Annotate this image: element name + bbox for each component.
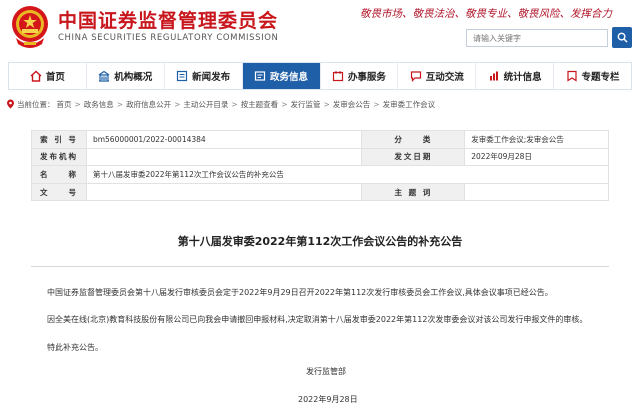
title-divider <box>31 266 609 267</box>
article-paragraph: 因全美在线(北京)教育科技股份有限公司已向我会申请撤回申报材料,决定取消第十八届… <box>47 315 588 324</box>
breadcrumb-item[interactable]: 政务信息 <box>84 99 114 110</box>
nav-topics[interactable]: 专题专栏 <box>554 63 631 89</box>
search-button[interactable] <box>612 27 632 48</box>
nav-label: 统计信息 <box>503 72 542 83</box>
name-label: 名 称 <box>31 165 87 184</box>
date-value: 2022年09月28日 <box>464 147 609 167</box>
table-row: 名 称 第十八届发审委2022年第112次工作会议公告的补充公告 <box>31 165 610 184</box>
breadcrumb-item[interactable]: 发审委工作会议 <box>383 99 436 110</box>
home-icon <box>30 70 42 82</box>
org-name-cn[interactable]: 中国证券监督管理委员会 <box>58 6 278 33</box>
news-icon <box>177 70 188 82</box>
national-emblem-icon[interactable] <box>10 4 50 52</box>
article-paragraph: 中国证券监督管理委员会第十八届发行审核委员会定于2022年9月29日召开2022… <box>47 288 553 297</box>
nav-statistics[interactable]: 统计信息 <box>476 63 555 89</box>
org-name-en: CHINA SECURITIES REGULATORY COMMISSION <box>58 33 279 43</box>
nav-label: 新闻发布 <box>192 72 231 83</box>
nav-interaction[interactable]: 互动交流 <box>398 63 477 89</box>
doc-no-label: 文 号 <box>31 182 87 202</box>
index-no-value: bm56000001/2022-00014384 <box>85 130 363 149</box>
doc-no-value <box>85 182 363 202</box>
issuer-label: 发布机构 <box>31 147 87 167</box>
breadcrumb-prefix: 当前位置： <box>17 99 55 109</box>
table-row: 索 引 号 bm56000001/2022-00014384 分 类 发审委工作… <box>31 130 609 149</box>
article-sign-date: 2022年9月28日 <box>298 395 358 404</box>
chart-icon <box>489 71 498 81</box>
nav-service[interactable]: 办事服务 <box>321 63 399 89</box>
document-info-table: 索 引 号 bm56000001/2022-00014384 分 类 发审委工作… <box>31 130 610 202</box>
table-row: 文 号 主 题 词 <box>31 182 609 202</box>
article-title: 第十八届发审委2022年第112次工作会议公告的补充公告 <box>177 235 463 248</box>
nav-home[interactable]: 首页 <box>9 63 87 89</box>
nav-label: 机构概况 <box>114 72 153 83</box>
breadcrumb-item[interactable]: 发行监管 <box>290 99 320 110</box>
location-pin-icon <box>7 99 14 109</box>
nav-about[interactable]: 机构概况 <box>87 63 165 89</box>
nav-label: 首页 <box>45 72 65 83</box>
category-value: 发审委工作会议;发审会公告 <box>464 130 609 149</box>
date-label: 发文日期 <box>361 147 466 167</box>
info-icon <box>254 71 266 81</box>
subject-label: 主 题 词 <box>361 182 466 202</box>
site-header: 中国证券监督管理委员会 CHINA SECURITIES REGULATORY … <box>0 0 640 62</box>
nav-label: 办事服务 <box>347 72 386 83</box>
table-row: 发布机构 发文日期 2022年09月28日 <box>31 147 609 167</box>
breadcrumb-item[interactable]: 发审会公告 <box>333 99 371 110</box>
breadcrumb-item[interactable]: 首页 <box>57 99 72 110</box>
service-icon <box>332 71 344 82</box>
breadcrumb-item[interactable]: 按主题查看 <box>241 99 279 110</box>
category-label: 分 类 <box>361 130 466 149</box>
index-no-label: 索 引 号 <box>31 130 87 149</box>
breadcrumb-item[interactable]: 政府信息公开 <box>126 99 171 110</box>
issuer-value <box>85 147 363 167</box>
topic-icon <box>566 70 577 82</box>
nav-news[interactable]: 新闻发布 <box>165 63 243 89</box>
building-icon <box>98 70 110 82</box>
breadcrumb: 当前位置： 首页 > 政务信息 > 政府信息公开 > 主动公开目录 > 按主题查看 > 发… <box>6 97 435 111</box>
subject-value <box>464 182 609 202</box>
name-value: 第十八届发审委2022年第112次工作会议公告的补充公告 <box>85 165 610 184</box>
article-paragraph: 特此补充公告。 <box>47 343 103 352</box>
chat-icon <box>410 71 421 82</box>
search-icon <box>617 32 628 43</box>
nav-label: 互动交流 <box>425 72 464 83</box>
slogan: 敬畏市场、敬畏法治、敬畏专业、敬畏风险、发挥合力 <box>360 8 612 20</box>
nav-gov-info[interactable]: 政务信息 <box>242 63 321 89</box>
nav-label: 政务信息 <box>270 72 309 83</box>
article-signature: 发行监管部 <box>306 367 346 376</box>
breadcrumb-item[interactable]: 主动公开目录 <box>183 99 228 110</box>
search-input[interactable] <box>466 29 608 47</box>
main-nav: 首页 机构概况 新闻发布 政务信息 办事服务 互动交流 统计信息 专题专栏 <box>8 62 632 90</box>
nav-label: 专题专栏 <box>581 72 620 83</box>
